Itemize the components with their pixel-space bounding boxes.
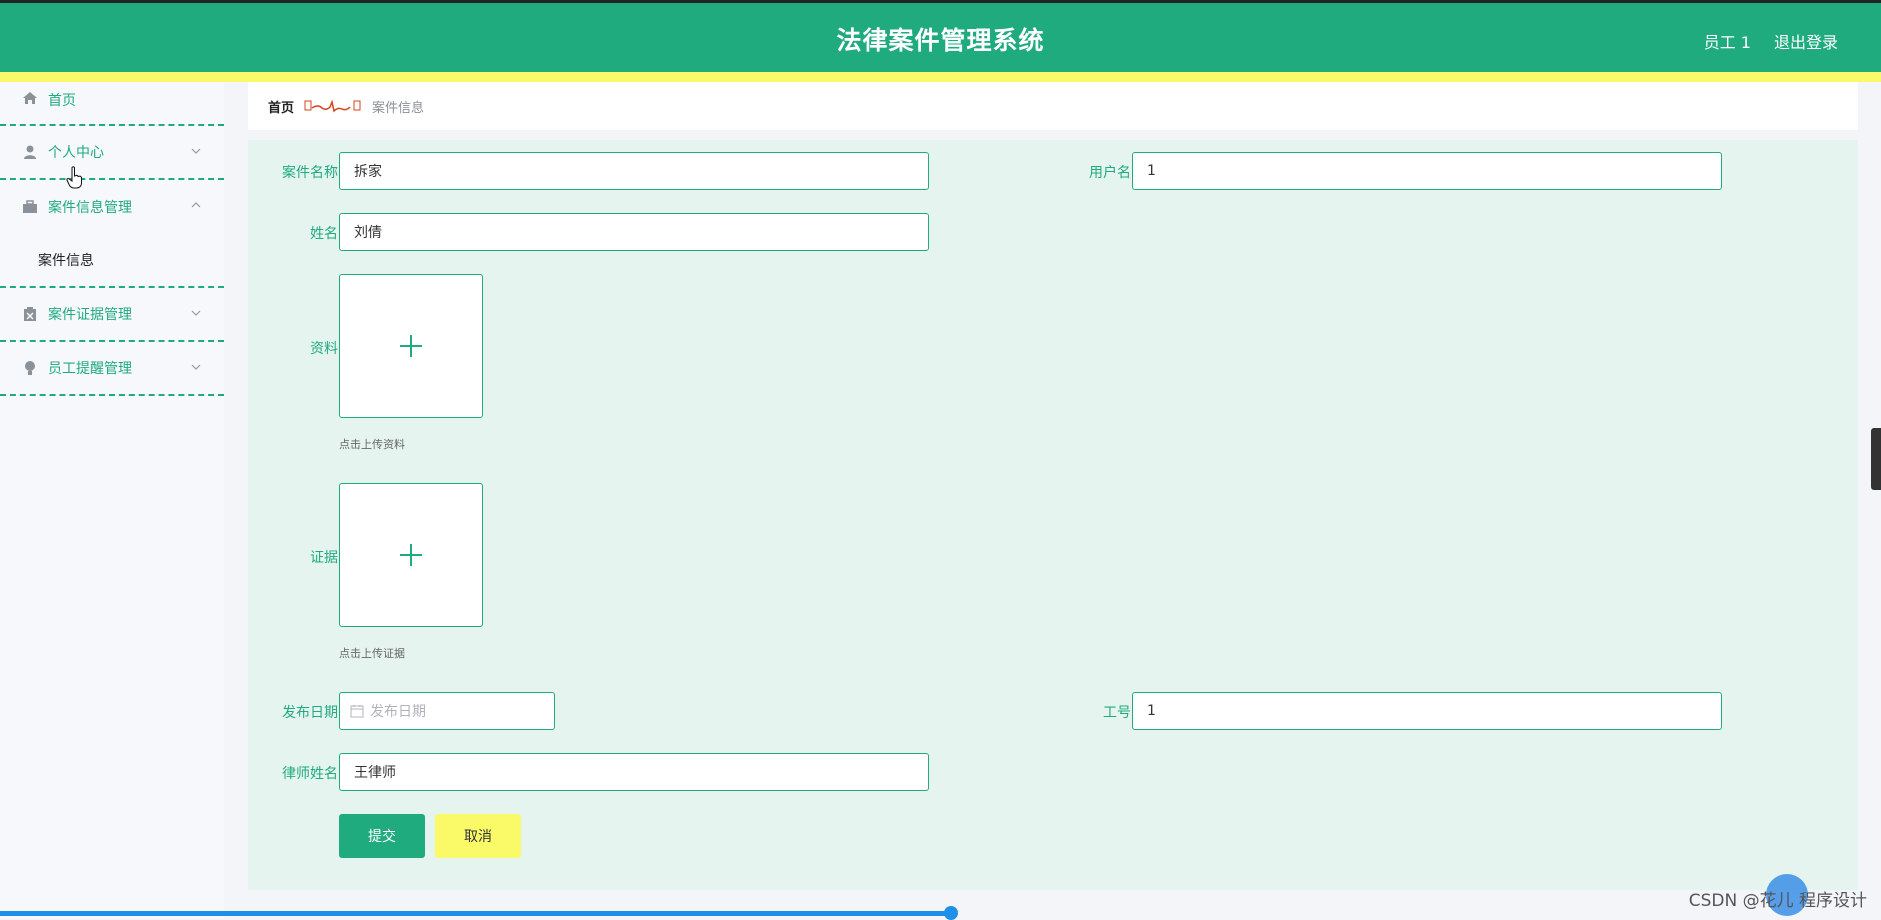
chevron-down-icon (191, 148, 201, 154)
app-title: 法律案件管理系统 (836, 26, 1045, 55)
breadcrumb: 首页 案件信息 (248, 82, 1858, 130)
case-name-input[interactable]: 拆家 (339, 152, 929, 190)
logout-link[interactable]: 退出登录 (1774, 29, 1838, 53)
employee-no-label: 工号 (1103, 705, 1131, 721)
case-form: 案件名称 拆家 用户名 1 姓名 刘倩 资料 点击上传资料 证据 点击上传证据 … (248, 140, 1858, 890)
case-name-label: 案件名称 (282, 165, 338, 181)
lawyer-name-input[interactable]: 王律师 (339, 753, 929, 791)
clipboard-icon (24, 307, 36, 321)
briefcase-icon (23, 200, 37, 213)
chevron-down-icon (191, 310, 201, 316)
sidebar-item-label: 首页 (48, 93, 76, 109)
sidebar: 首页 个人中心 案件信息管理 案件信息 案件证据管理 员工提醒管理 (0, 82, 224, 919)
name-label: 姓名 (310, 226, 338, 242)
header-accent-strip (0, 72, 1881, 82)
materials-upload-button[interactable] (339, 274, 483, 418)
plus-icon (400, 335, 422, 357)
username-label: 用户名 (1089, 165, 1131, 181)
home-icon (23, 92, 37, 104)
mouse-pointer-hand-icon (66, 166, 82, 189)
sidebar-item-case-evidence-management[interactable]: 案件证据管理 (0, 288, 224, 342)
sidebar-item-personal-center[interactable]: 个人中心 (0, 126, 224, 180)
employee-no-input[interactable]: 1 (1132, 692, 1722, 730)
username-input[interactable]: 1 (1132, 152, 1722, 190)
publish-date-picker[interactable]: 发布日期 (339, 692, 555, 730)
sidebar-item-label: 案件证据管理 (48, 307, 132, 323)
breadcrumb-home[interactable]: 首页 (268, 97, 294, 116)
name-input[interactable]: 刘倩 (339, 213, 929, 251)
top-header: 法律案件管理系统 员工 1 退出登录 (0, 0, 1881, 72)
scrollbar-thumb[interactable] (944, 906, 958, 920)
breadcrumb-current: 案件信息 (372, 100, 425, 116)
publish-date-placeholder: 发布日期 (370, 704, 426, 720)
bulb-icon (25, 361, 35, 375)
submit-button[interactable]: 提交 (339, 814, 425, 858)
breadcrumb-separator-icon (304, 99, 361, 113)
plus-icon (400, 544, 422, 566)
sidebar-item-home[interactable]: 首页 (0, 82, 224, 126)
publish-date-label: 发布日期 (282, 705, 338, 721)
chevron-down-icon (191, 364, 201, 370)
sidebar-item-label: 员工提醒管理 (48, 361, 132, 377)
evidence-upload-button[interactable] (339, 483, 483, 627)
cancel-button[interactable]: 取消 (435, 814, 521, 858)
lawyer-name-label: 律师姓名 (282, 766, 338, 782)
horizontal-scrollbar[interactable] (0, 911, 952, 916)
sidebar-item-staff-reminder-management[interactable]: 员工提醒管理 (0, 342, 224, 396)
materials-upload-hint: 点击上传资料 (339, 438, 405, 451)
chevron-up-icon (191, 202, 201, 208)
materials-label: 资料 (310, 341, 338, 357)
calendar-icon (350, 705, 364, 718)
sidebar-item-label: 个人中心 (48, 145, 104, 161)
sidebar-subitem-case-info[interactable]: 案件信息 (0, 234, 224, 288)
sidebar-item-case-info-management[interactable]: 案件信息管理 (0, 180, 224, 234)
person-icon (24, 145, 36, 159)
side-scroll-handle[interactable] (1871, 428, 1881, 490)
evidence-label: 证据 (310, 550, 338, 566)
current-user: 员工 1 (1703, 33, 1751, 52)
evidence-upload-hint: 点击上传证据 (339, 647, 405, 660)
sidebar-item-label: 案件信息管理 (48, 200, 132, 216)
watermark: CSDN @花儿 程序设计 (1688, 891, 1867, 911)
